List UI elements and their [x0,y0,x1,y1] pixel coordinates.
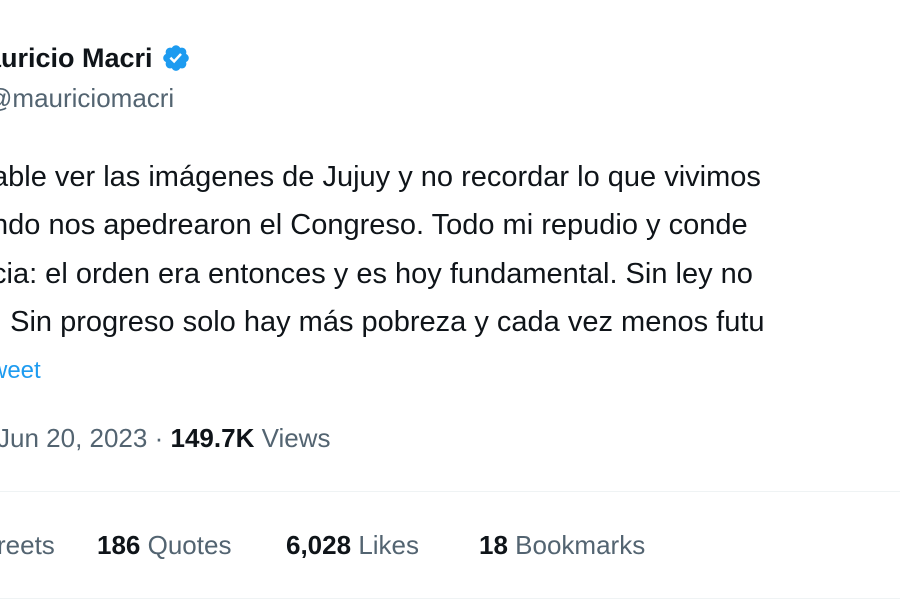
bookmarks-count: 18 [479,530,508,560]
tweet-line: able ver las imágenes de Jujuy y no reco… [0,161,761,193]
retweets-label: reets [0,530,55,560]
likes-stat[interactable]: 6,028 Likes [286,528,419,562]
quotes-stat[interactable]: 186 Quotes [97,528,231,562]
tweet-line: ndo nos apedrearon el Congreso. Todo mi … [0,209,748,241]
divider [0,598,900,599]
verified-badge-icon[interactable] [161,43,191,73]
views-label: Views [261,423,331,453]
bookmarks-label: Bookmarks [515,530,646,560]
bookmarks-stat[interactable]: 18 Bookmarks [479,528,645,562]
likes-count: 6,028 [286,530,352,560]
translate-tweet-link[interactable]: weet [0,355,41,387]
tweet-meta: Jun 20, 2023 · 149.7K Views [0,421,330,455]
author-handle-text[interactable]: mauriciomacri [12,83,174,113]
retweets-stat[interactable]: reets [0,528,55,562]
author-name-row[interactable]: auricio Macri [0,40,191,76]
tweet-date[interactable]: Jun 20, 2023 [0,423,147,453]
author-handle[interactable]: @mauriciomacri [0,81,174,115]
tweet-line: cia: el orden era entonces y es hoy fund… [0,258,753,290]
meta-separator: · [154,423,164,453]
views-count: 149.7K [170,423,255,453]
quotes-label: Quotes [147,530,232,560]
tweet-line: . Sin progreso solo hay más pobreza y ca… [0,306,765,338]
author-name[interactable]: auricio Macri [0,40,153,76]
quotes-count: 186 [97,530,141,560]
likes-label: Likes [358,530,420,560]
divider [0,491,900,492]
